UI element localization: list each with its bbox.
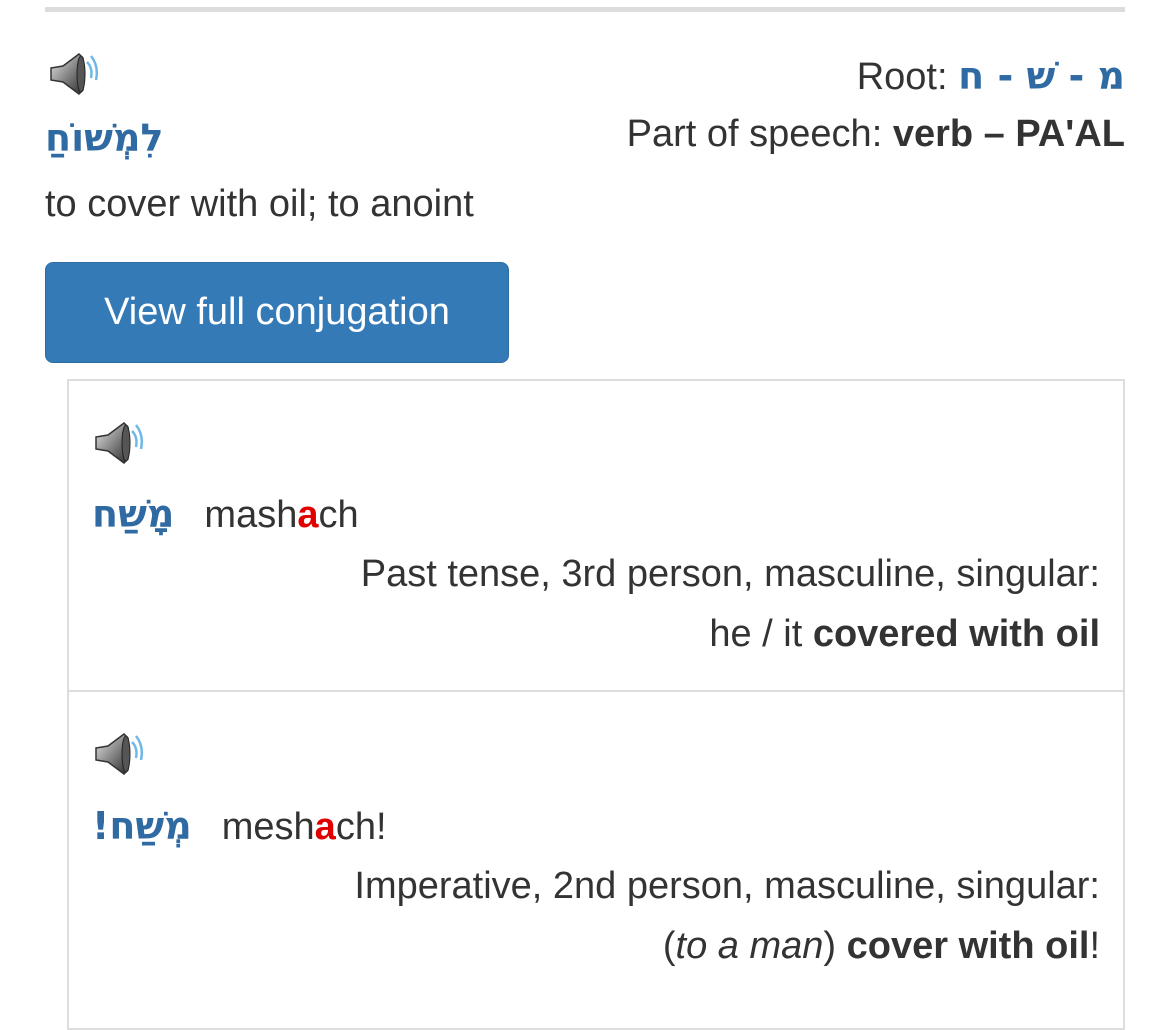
form-translation: he / it covered with oil xyxy=(709,610,1100,658)
translation-italic: to a man xyxy=(675,925,824,967)
translation-paren: ( xyxy=(662,925,676,967)
translit-part: ch xyxy=(318,494,359,536)
root-label: Root: xyxy=(856,56,948,98)
list-item: מְשַׁח! meshach! Imperative, 2nd person, … xyxy=(67,690,1125,1030)
main-word: לִמְשׁוֹחַ xyxy=(45,116,164,160)
view-full-conjugation-button[interactable]: View full conjugation xyxy=(45,262,509,363)
root-value[interactable]: מ - שׁ - ח xyxy=(958,54,1125,98)
root-line: Root: מ - שׁ - ח xyxy=(857,52,1125,101)
form-translation: (to a man) cover with oil! xyxy=(663,922,1100,970)
conjugation-list: מָשַׁח mashach Past tense, 3rd person, ma… xyxy=(67,379,1125,1030)
translit-part: mash xyxy=(204,494,298,536)
translation-bold: cover with oil xyxy=(846,925,1090,967)
top-divider xyxy=(45,7,1125,12)
translation-paren: ) xyxy=(823,925,837,967)
stressed-vowel: a xyxy=(314,806,336,848)
speaker-icon[interactable] xyxy=(45,48,99,102)
form-line: מְשַׁח! meshach! xyxy=(92,801,387,852)
pos-value: verb – PA'AL xyxy=(892,113,1125,155)
form-description: Imperative, 2nd person, masculine, singu… xyxy=(354,865,1100,907)
translit-part: ch! xyxy=(335,806,387,848)
form-description: Past tense, 3rd person, masculine, singu… xyxy=(360,553,1100,595)
speaker-icon[interactable] xyxy=(90,728,144,782)
translation-punct: ! xyxy=(1089,925,1100,967)
hebrew-form: מְשַׁח! xyxy=(92,804,192,848)
translation-subject: he / it xyxy=(709,613,803,655)
part-of-speech-line: Part of speech: verb – PA'AL xyxy=(627,110,1125,158)
word-meaning: to cover with oil; to anoint xyxy=(45,183,474,225)
translit-part: mesh xyxy=(221,806,315,848)
stressed-vowel: a xyxy=(297,494,319,536)
speaker-icon[interactable] xyxy=(90,417,144,471)
translation-bold: covered with oil xyxy=(812,613,1100,655)
form-line: מָשַׁח mashach xyxy=(92,489,359,540)
transliteration: mashach xyxy=(204,494,358,536)
transliteration: meshach! xyxy=(222,806,387,848)
list-item: מָשַׁח mashach Past tense, 3rd person, ma… xyxy=(67,379,1125,692)
pos-label: Part of speech: xyxy=(626,113,883,155)
hebrew-form: מָשַׁח xyxy=(92,492,175,536)
